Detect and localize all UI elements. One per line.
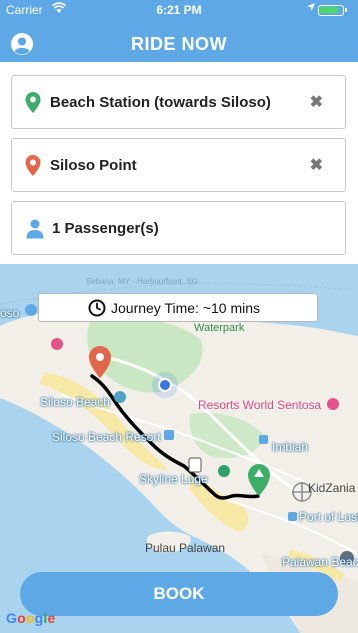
google-logo: Google (6, 610, 56, 626)
green-pin-icon (25, 92, 41, 114)
map-label-resorts-world: Resorts World Sentosa (198, 398, 322, 412)
app-header: Carrier 6:21 PM RIDE NOW (0, 0, 358, 62)
location-arrow-icon (306, 2, 316, 15)
orange-pin-icon (25, 155, 41, 177)
clock-icon (88, 299, 106, 317)
passenger-count: 1 Passenger(s) (52, 220, 159, 237)
page-title: RIDE NOW (131, 34, 227, 54)
map-label-port-of-lost: Port of Lost (299, 510, 358, 524)
journey-time-banner: Journey Time: ~10 mins (38, 293, 318, 322)
pickup-value: Beach Station (towards Siloso) (50, 94, 271, 111)
book-button[interactable]: BOOK (20, 572, 338, 616)
battery-icon (318, 5, 347, 16)
map-label-waterpark: Waterpark (194, 322, 245, 334)
map-label-pulau-palawan: Pulau Palawan (145, 541, 226, 555)
dropoff-value: Siloso Point (50, 157, 137, 174)
dropoff-field[interactable]: Siloso Point ✖ (11, 138, 346, 192)
map-label-siloso-beach: Siloso Beach (40, 395, 111, 409)
map-label-palawan-beach: Palawan Beach (282, 555, 358, 569)
map-label-skyline-luge: Skyline Luge (139, 472, 208, 486)
map-label-imbiah: Imbiah (272, 440, 309, 454)
person-icon (26, 219, 44, 239)
map-label-siloso-resort: Siloso Beach Resort (52, 430, 161, 444)
clear-dropoff-icon[interactable]: ✖ (310, 155, 323, 175)
journey-time-text: Journey Time: ~10 mins (111, 300, 261, 316)
map-label-kidzania: KidZania (308, 481, 356, 495)
clock-time: 6:21 PM (156, 3, 202, 17)
clear-pickup-icon[interactable]: ✖ (310, 92, 323, 112)
pickup-field[interactable]: Beach Station (towards Siloso) ✖ (11, 75, 346, 129)
map-label-road: Sebana, MY - Harbourfront, SG (86, 277, 198, 286)
map-label-oso: oso (0, 306, 20, 320)
passenger-field[interactable]: 1 Passenger(s) (11, 201, 346, 255)
status-bar: Carrier 6:21 PM (0, 0, 358, 20)
